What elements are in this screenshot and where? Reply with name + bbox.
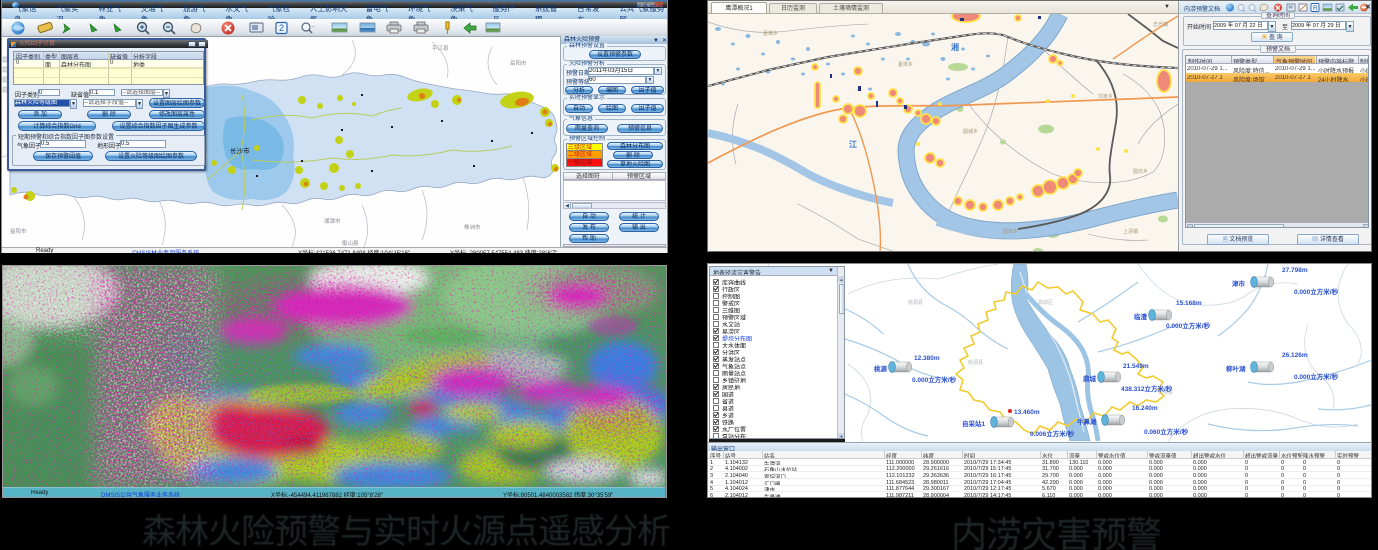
svg-text:牛鼻滩: 牛鼻滩 bbox=[1077, 417, 1097, 426]
svg-text:衡山县: 衡山县 bbox=[342, 239, 359, 247]
svg-text:湘潭市: 湘潭市 bbox=[324, 217, 341, 225]
svg-text:上清镇: 上清镇 bbox=[1123, 228, 1138, 235]
svg-text:0.060立方米/秒: 0.060立方米/秒 bbox=[1144, 427, 1189, 436]
svg-text:津市: 津市 bbox=[1232, 279, 1246, 288]
svg-text:鼎城: 鼎城 bbox=[1083, 374, 1097, 383]
svg-text:26.126m: 26.126m bbox=[1282, 352, 1308, 359]
svg-text:夏埠乡: 夏埠乡 bbox=[763, 30, 778, 37]
svg-text:鼎城区: 鼎城区 bbox=[1038, 299, 1053, 306]
svg-text:平江县: 平江县 bbox=[432, 45, 449, 52]
svg-text:岳阳市: 岳阳市 bbox=[510, 59, 527, 67]
svg-text:0.000立方米/秒: 0.000立方米/秒 bbox=[912, 375, 957, 384]
svg-text:0.000立方米/秒: 0.000立方米/秒 bbox=[1166, 321, 1211, 330]
svg-text:13.460m: 13.460m bbox=[1014, 409, 1040, 416]
svg-text:R: R bbox=[1313, 5, 1318, 12]
svg-text:湘: 湘 bbox=[951, 42, 959, 52]
svg-text:圆坊乡: 圆坊乡 bbox=[1133, 168, 1148, 175]
svg-text:长沙市: 长沙市 bbox=[230, 146, 250, 155]
svg-text:圆城乡: 圆城乡 bbox=[963, 128, 978, 135]
svg-text:株洲市: 株洲市 bbox=[464, 223, 481, 231]
svg-text:柳叶湖: 柳叶湖 bbox=[1226, 364, 1246, 373]
svg-text:益阳市: 益阳市 bbox=[10, 227, 27, 235]
svg-text:..: .. bbox=[312, 23, 315, 29]
svg-text:桃源: 桃源 bbox=[874, 364, 888, 373]
svg-text:夏埠乡: 夏埠乡 bbox=[898, 61, 913, 68]
svg-text:12.380m: 12.380m bbox=[914, 355, 940, 362]
svg-text:刘家乡: 刘家乡 bbox=[1098, 93, 1113, 100]
svg-text:16.240m: 16.240m bbox=[1132, 405, 1158, 412]
svg-text:自采站1: 自采站1 bbox=[962, 419, 986, 428]
svg-text:桃源县: 桃源县 bbox=[968, 359, 983, 366]
svg-text:438.312立方米/秒: 438.312立方米/秒 bbox=[1121, 384, 1173, 393]
svg-text:2: 2 bbox=[279, 23, 284, 33]
svg-text:0.000立方米/秒: 0.000立方米/秒 bbox=[1294, 372, 1339, 381]
svg-text:0.000立方米/秒: 0.000立方米/秒 bbox=[1294, 287, 1339, 296]
svg-text:圆坊乡: 圆坊乡 bbox=[1003, 228, 1018, 235]
svg-text:27.798m: 27.798m bbox=[1282, 267, 1308, 274]
svg-text:15.168m: 15.168m bbox=[1176, 300, 1202, 307]
svg-text:桃源县: 桃源县 bbox=[908, 299, 923, 306]
svg-text:志光镇: 志光镇 bbox=[1153, 21, 1168, 28]
svg-text:21.549m: 21.549m bbox=[1123, 363, 1149, 370]
svg-text:江: 江 bbox=[849, 139, 857, 149]
svg-text:临澧: 临澧 bbox=[1134, 312, 1148, 321]
svg-text:0.006立方米/秒: 0.006立方米/秒 bbox=[1030, 429, 1075, 438]
